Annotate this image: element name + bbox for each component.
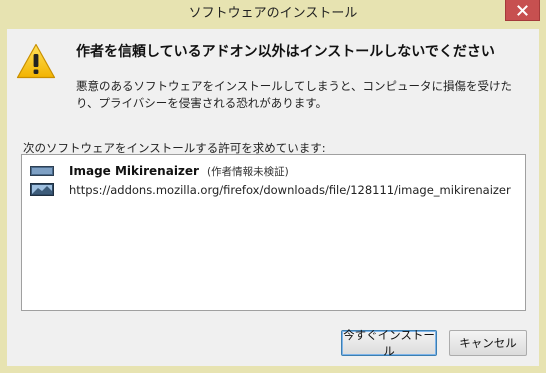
- list-item[interactable]: Image Mikirenaizer (作者情報未検証) https://addo…: [22, 155, 525, 203]
- addon-verification-status: (作者情報未検証): [206, 166, 289, 178]
- image-icon: [30, 166, 54, 196]
- install-dialog-window: ソフトウェアのインストール 作者を信頼しているアドオン以外はインストールしないで…: [0, 0, 546, 373]
- addon-list[interactable]: Image Mikirenaizer (作者情報未検証) https://addo…: [21, 154, 526, 311]
- warning-icon: [16, 43, 56, 79]
- warning-description: 悪意のあるソフトウェアをインストールしてしまうと、コンピュータに損傷を受けたり、…: [76, 79, 512, 110]
- addon-url: https://addons.mozilla.org/firefox/downl…: [69, 183, 511, 197]
- dialog-body: 作者を信頼しているアドオン以外はインストールしないでください 悪意のあるソフトウ…: [7, 29, 539, 366]
- close-button[interactable]: [505, 0, 540, 21]
- addon-name: Image Mikirenaizer (作者情報未検証): [69, 164, 289, 179]
- warning-headline: 作者を信頼しているアドオン以外はインストールしないでください: [76, 44, 495, 60]
- title-bar[interactable]: ソフトウェアのインストール: [0, 0, 546, 29]
- window-title: ソフトウェアのインストール: [188, 6, 358, 21]
- cancel-button[interactable]: キャンセル: [449, 330, 527, 356]
- addon-name-text: Image Mikirenaizer: [69, 164, 199, 178]
- install-now-button[interactable]: 今すぐインストール: [341, 328, 437, 358]
- close-icon: [517, 4, 528, 16]
